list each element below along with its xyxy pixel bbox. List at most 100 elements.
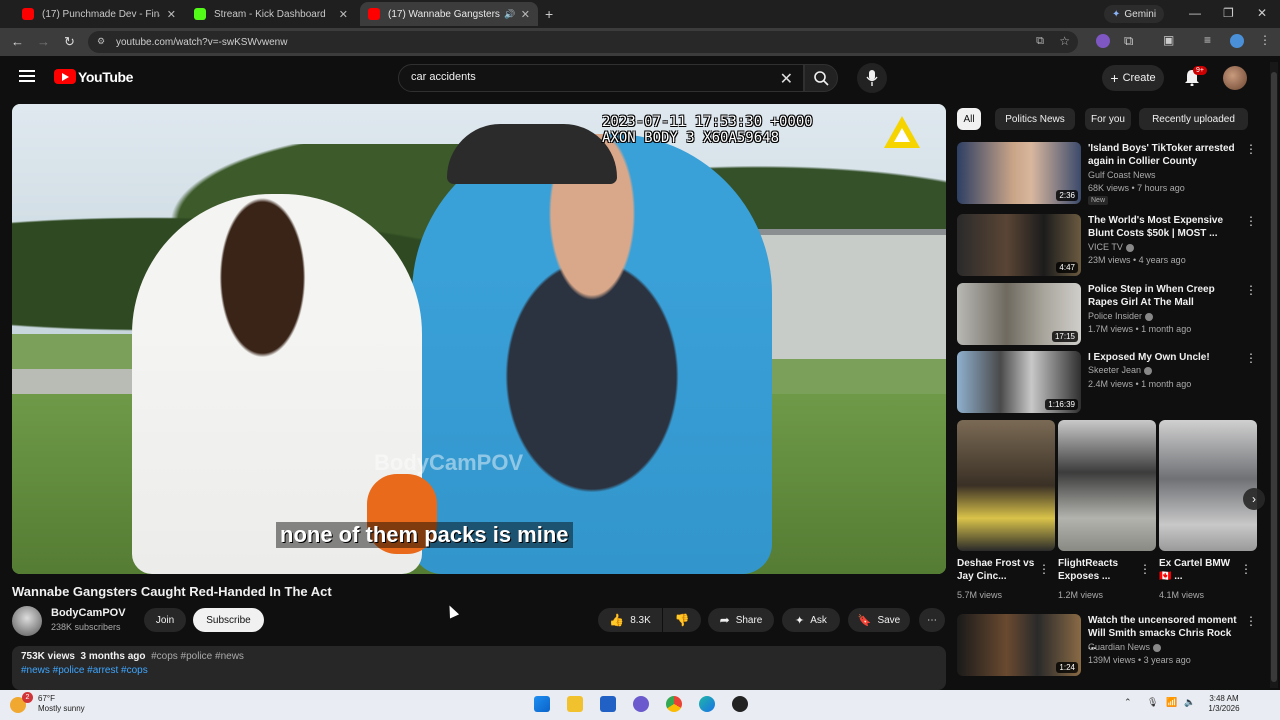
recommended-title[interactable]: I Exposed My Own Uncle! [1088,351,1238,364]
dislike-button[interactable]: 👎 [663,608,701,632]
reload-icon[interactable]: ↻ [64,34,75,50]
close-tab-icon[interactable]: ✕ [521,8,530,21]
more-actions-button[interactable]: ⋯ [919,608,945,632]
hamburger-menu-icon[interactable] [19,70,35,82]
ask-button[interactable]: ✦ Ask [782,608,840,632]
short-title[interactable]: Ex Cartel BMW 🇨🇦 ... [1159,557,1243,583]
recommended-video[interactable]: 1:24 Watch the uncensored moment Will Sm… [957,614,1269,680]
search-button[interactable] [804,64,838,92]
extension-purple-icon[interactable] [1096,34,1110,48]
weather-description[interactable]: Mostly sunny [38,704,85,713]
video-thumbnail[interactable]: 1:16:39 [957,351,1081,413]
chip-recently-uploaded[interactable]: Recently uploaded [1139,108,1248,130]
youtube-logo-icon[interactable] [54,69,76,84]
reading-mode-icon[interactable]: ▣ [1163,33,1174,47]
recommended-title[interactable]: Police Step in When Creep Rapes Girl At … [1088,283,1238,309]
browser-tab-kick[interactable]: Stream - Kick Dashboard ✕ [186,2,356,26]
subscribe-button[interactable]: Subscribe [193,608,264,632]
recommended-video[interactable]: 17:15 Police Step in When Creep Rapes Gi… [957,283,1269,349]
minimize-icon[interactable]: — [1189,6,1201,20]
short-thumbnail[interactable] [1159,420,1257,551]
search-box[interactable]: ✕ [398,64,804,92]
audio-playing-icon[interactable]: 🔊 [504,9,515,20]
extensions-puzzle-icon[interactable]: ⧉ [1124,33,1133,49]
recommended-channel[interactable]: Police Insider [1088,311,1154,321]
clock-time[interactable]: 3:48 AM [1202,694,1246,703]
new-tab-button[interactable]: + [545,6,553,22]
more-vertical-icon[interactable]: ⋮ [1245,614,1257,628]
windows-start-icon[interactable] [534,696,550,712]
clear-search-icon[interactable]: ✕ [780,69,793,89]
more-vertical-icon[interactable]: ⋮ [1139,562,1151,576]
video-player[interactable]: 2023-07-11 17:53:30 +0000 AXON BODY 3 X6… [12,104,946,574]
recommended-video[interactable]: 2:36 'Island Boys' TikToker arrested aga… [957,142,1269,208]
microsoft-store-icon[interactable] [600,696,616,712]
channel-name[interactable]: BodyCamPOV [51,607,126,619]
recommended-title[interactable]: 'Island Boys' TikToker arrested again in… [1088,142,1238,168]
browser-tab-punchmade[interactable]: (17) Punchmade Dev - Financia ✕ [14,2,184,26]
chevron-right-icon[interactable]: › [1243,488,1265,510]
file-explorer-icon[interactable] [567,696,583,712]
account-avatar[interactable] [1223,66,1247,90]
recommended-channel[interactable]: VICE TV [1088,242,1134,252]
microphone-tray-icon[interactable]: 🎙 [1147,697,1158,708]
recommended-channel[interactable]: Guardian News [1088,642,1162,652]
voice-search-button[interactable] [857,63,887,93]
restore-icon[interactable]: ❐ [1223,6,1234,20]
chrome-icon[interactable] [666,696,682,712]
profile-icon[interactable] [1230,34,1244,48]
browser-menu-icon[interactable]: ⋮ [1259,33,1271,47]
video-thumbnail[interactable]: 2:36 [957,142,1081,204]
join-button[interactable]: Join [144,608,186,632]
teams-chat-icon[interactable] [633,696,649,712]
short-thumbnail[interactable] [1058,420,1156,551]
volume-icon[interactable]: 🔈 [1184,697,1195,708]
short-title[interactable]: Deshae Frost vs Jay Cinc... [957,557,1041,583]
recommended-channel[interactable]: Gulf Coast News [1088,170,1156,180]
clock-date[interactable]: 1/3/2026 [1202,704,1246,713]
close-tab-icon[interactable]: ✕ [339,8,348,21]
close-tab-icon[interactable]: ✕ [167,8,176,21]
like-button[interactable]: 👍 8.3K [598,608,662,632]
edge-icon[interactable] [699,696,715,712]
video-thumbnail[interactable]: 4:47 [957,214,1081,276]
more-vertical-icon[interactable]: ⋮ [1245,214,1257,228]
gemini-button[interactable]: ✦ Gemini [1104,5,1165,23]
more-vertical-icon[interactable]: ⋮ [1245,283,1257,297]
more-vertical-icon[interactable]: ⋮ [1245,351,1257,365]
scrollbar-thumb[interactable] [1271,72,1277,682]
more-vertical-icon[interactable]: ⋮ [1245,142,1257,156]
browser-tab-active[interactable]: (17) Wannabe Gangsters Ca 🔊 ✕ [360,2,538,26]
recommended-video[interactable]: 4:47 The World's Most Expensive Blunt Co… [957,214,1269,280]
youtube-wordmark[interactable]: YouTube [78,69,133,85]
share-button[interactable]: ➦ Share [708,608,774,632]
install-app-icon[interactable]: ⧉ [1036,35,1044,48]
hashtag-links[interactable]: #news #police #arrest #cops [21,665,148,676]
app-icon[interactable] [732,696,748,712]
media-control-icon[interactable]: ≡ [1204,33,1211,47]
channel-avatar[interactable] [12,606,42,636]
recommended-video[interactable]: 1:16:39 I Exposed My Own Uncle! Skeeter … [957,351,1269,417]
short-title[interactable]: FlightReacts Exposes ... [1058,557,1142,583]
search-input[interactable] [411,71,771,83]
back-icon[interactable]: ← [11,34,24,49]
more-vertical-icon[interactable]: ⋮ [1038,562,1050,576]
weather-temperature[interactable]: 67°F [38,694,55,703]
chip-for-you[interactable]: For you [1085,108,1131,130]
create-button[interactable]: + Create [1102,65,1164,91]
wifi-icon[interactable]: 📶 [1166,697,1177,708]
chip-all[interactable]: All [957,108,981,130]
recommended-channel[interactable]: Skeeter Jean [1088,365,1153,375]
recommended-title[interactable]: The World's Most Expensive Blunt Costs $… [1088,214,1238,240]
more-vertical-icon[interactable]: ⋮ [1240,562,1252,576]
short-thumbnail[interactable] [957,420,1055,551]
chevron-up-icon[interactable]: ⌃ [1124,697,1132,708]
chip-politics-news[interactable]: Politics News [995,108,1075,130]
video-thumbnail[interactable]: 17:15 [957,283,1081,345]
forward-icon[interactable]: → [37,34,50,49]
save-button[interactable]: 🔖 Save [848,608,910,632]
site-info-icon[interactable]: ⚙ [97,36,105,47]
video-thumbnail[interactable]: 1:24 [957,614,1081,676]
address-bar[interactable]: ⚙ youtube.com/watch?v=-swKSWvwenw ⧉ ☆ [88,31,1078,53]
bookmark-star-icon[interactable]: ☆ [1059,34,1070,48]
